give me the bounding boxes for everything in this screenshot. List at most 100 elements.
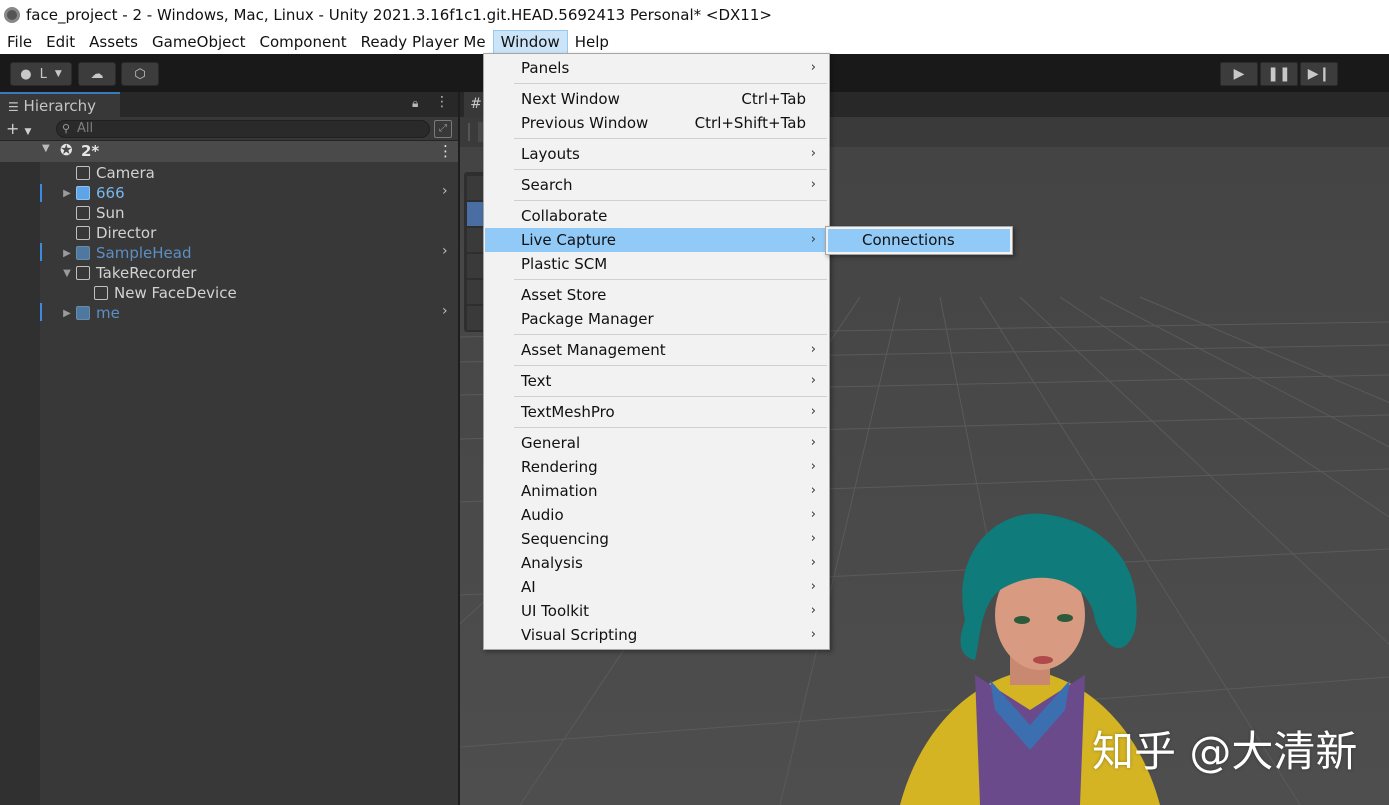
menu-assets[interactable]: Assets — [82, 30, 145, 54]
menu-item-asset-store[interactable]: Asset Store — [485, 283, 828, 307]
menu-bar: File Edit Assets GameObject Component Re… — [0, 30, 1389, 54]
pause-button[interactable]: ❚❚ — [1260, 62, 1298, 86]
menu-file[interactable]: File — [0, 30, 39, 54]
gameobject-icon — [76, 166, 90, 180]
step-button[interactable]: ▶❙ — [1300, 62, 1338, 86]
chevron-right-icon[interactable]: › — [442, 183, 448, 199]
menu-separator — [514, 279, 827, 280]
menu-item-collaborate[interactable]: Collaborate — [485, 204, 828, 228]
expand-arrow-icon[interactable]: ▶ — [58, 248, 76, 259]
tree-item-takerecorder[interactable]: ▼ TakeRecorder — [58, 263, 196, 283]
menu-item-animation[interactable]: Animation › — [485, 479, 828, 503]
tree-item-label: Sun — [96, 204, 125, 222]
menu-item-live-capture[interactable]: Live Capture › — [485, 228, 828, 252]
menu-item-layouts[interactable]: Layouts › — [485, 142, 828, 166]
menu-ready-player-me[interactable]: Ready Player Me — [354, 30, 493, 54]
expand-arrow-icon[interactable]: ▶ — [58, 188, 76, 199]
menu-item-text[interactable]: Text › — [485, 369, 828, 393]
prefab-icon — [76, 246, 90, 260]
menu-item-visual-scripting[interactable]: Visual Scripting › — [485, 623, 828, 647]
menu-item-rendering[interactable]: Rendering › — [485, 455, 828, 479]
submenu-arrow-icon: › — [810, 146, 816, 161]
expand-arrow-icon[interactable]: ▼ — [42, 143, 50, 154]
search-icon: ⚲ — [62, 122, 71, 135]
window-menu: Panels › Next Window Ctrl+Tab Previous W… — [483, 53, 830, 650]
override-marker — [40, 184, 42, 202]
tree-item-label: me — [96, 304, 120, 322]
menu-window[interactable]: Window — [492, 30, 568, 54]
menu-item-ui-toolkit[interactable]: UI Toolkit › — [485, 599, 828, 623]
submenu-arrow-icon: › — [810, 507, 816, 522]
submenu-arrow-icon: › — [810, 232, 816, 247]
scene-root-row[interactable]: ▼ ✪ 2* ⋮ — [0, 141, 458, 162]
step-icon: ▶❙ — [1307, 66, 1331, 82]
account-dropdown[interactable]: ● L ▼ — [10, 62, 72, 86]
menu-item-textmeshpro[interactable]: TextMeshPro › — [485, 400, 828, 424]
submenu-arrow-icon: › — [810, 177, 816, 192]
gameobject-icon — [94, 286, 108, 300]
watermark-text: 知乎 @大清新 — [1092, 727, 1358, 776]
submenu-arrow-icon: › — [810, 579, 816, 594]
tree-item-me[interactable]: ▶ me — [58, 303, 120, 323]
menu-component[interactable]: Component — [253, 30, 354, 54]
prefab-icon — [76, 306, 90, 320]
menu-item-panels[interactable]: Panels › — [485, 56, 828, 80]
more-options-icon[interactable]: ⋮ — [435, 94, 449, 110]
cloud-button[interactable]: ☁ — [78, 62, 116, 86]
submenu-arrow-icon: › — [810, 555, 816, 570]
menu-item-ai[interactable]: AI › — [485, 575, 828, 599]
menu-item-audio[interactable]: Audio › — [485, 503, 828, 527]
chevron-down-icon: ▼ — [24, 127, 32, 137]
scene-name: 2* — [81, 142, 100, 160]
play-button[interactable]: ▶ — [1220, 62, 1258, 86]
tree-item-camera[interactable]: Camera — [76, 163, 155, 183]
tree-item-sun[interactable]: Sun — [76, 203, 125, 223]
chevron-right-icon[interactable]: › — [442, 243, 448, 259]
menu-item-previous-window[interactable]: Previous Window Ctrl+Shift+Tab — [485, 111, 828, 135]
submenu-arrow-icon: › — [810, 483, 816, 498]
menu-help[interactable]: Help — [568, 30, 616, 54]
shortcut-label: Ctrl+Shift+Tab — [694, 114, 806, 132]
chevron-right-icon[interactable]: › — [442, 303, 448, 319]
account-label: L — [39, 66, 47, 82]
lock-icon[interactable]: 🔒︎ — [412, 96, 418, 111]
override-marker — [40, 303, 42, 321]
submenu-arrow-icon: › — [810, 373, 816, 388]
expand-arrow-icon[interactable]: ▶ — [58, 308, 76, 319]
menu-edit[interactable]: Edit — [39, 30, 82, 54]
tree-item-director[interactable]: Director — [76, 223, 156, 243]
menu-item-connections[interactable]: Connections — [828, 229, 1010, 252]
account-icon: ● — [20, 66, 32, 82]
tree-item-label: New FaceDevice — [114, 284, 237, 302]
more-options-icon[interactable]: ⋮ — [438, 142, 453, 160]
collapse-arrow-icon[interactable]: ▼ — [58, 268, 76, 279]
menu-item-general[interactable]: General › — [485, 431, 828, 455]
tree-item-label: 666 — [96, 184, 125, 202]
menu-item-search[interactable]: Search › — [485, 173, 828, 197]
tree-item-666[interactable]: ▶ 666 — [58, 183, 125, 203]
menu-item-analysis[interactable]: Analysis › — [485, 551, 828, 575]
hierarchy-search-input[interactable]: All — [56, 120, 430, 138]
search-options-icon[interactable]: ⤢ — [434, 120, 452, 138]
menu-separator — [514, 200, 827, 201]
window-title: face_project - 2 - Windows, Mac, Linux -… — [26, 6, 772, 24]
menu-separator — [514, 83, 827, 84]
plastic-icon: ⬡ — [134, 66, 146, 82]
menu-item-sequencing[interactable]: Sequencing › — [485, 527, 828, 551]
play-controls: ▶ ❚❚ ▶❙ — [1220, 62, 1338, 86]
menu-separator — [514, 396, 827, 397]
hierarchy-tab[interactable]: ☰ Hierarchy — [0, 92, 120, 117]
menu-item-next-window[interactable]: Next Window Ctrl+Tab — [485, 87, 828, 111]
collab-button[interactable]: ⬡ — [121, 62, 159, 86]
menu-separator — [514, 169, 827, 170]
tree-item-new-facedevice[interactable]: New FaceDevice — [94, 283, 237, 303]
menu-item-asset-management[interactable]: Asset Management › — [485, 338, 828, 362]
hierarchy-panel: ☰ Hierarchy 🔒︎ ⋮ + ▼ All ⚲ ⤢ ▼ ✪ 2* ⋮ Ca… — [0, 92, 458, 805]
add-button[interactable]: + ▼ — [6, 119, 31, 138]
menu-item-package-manager[interactable]: Package Manager — [485, 307, 828, 331]
shortcut-label: Ctrl+Tab — [741, 90, 806, 108]
menu-item-plastic-scm[interactable]: Plastic SCM — [485, 252, 828, 276]
menu-gameobject[interactable]: GameObject — [145, 30, 253, 54]
title-bar: face_project - 2 - Windows, Mac, Linux -… — [0, 0, 1389, 30]
tree-item-samplehead[interactable]: ▶ SampleHead — [58, 243, 191, 263]
